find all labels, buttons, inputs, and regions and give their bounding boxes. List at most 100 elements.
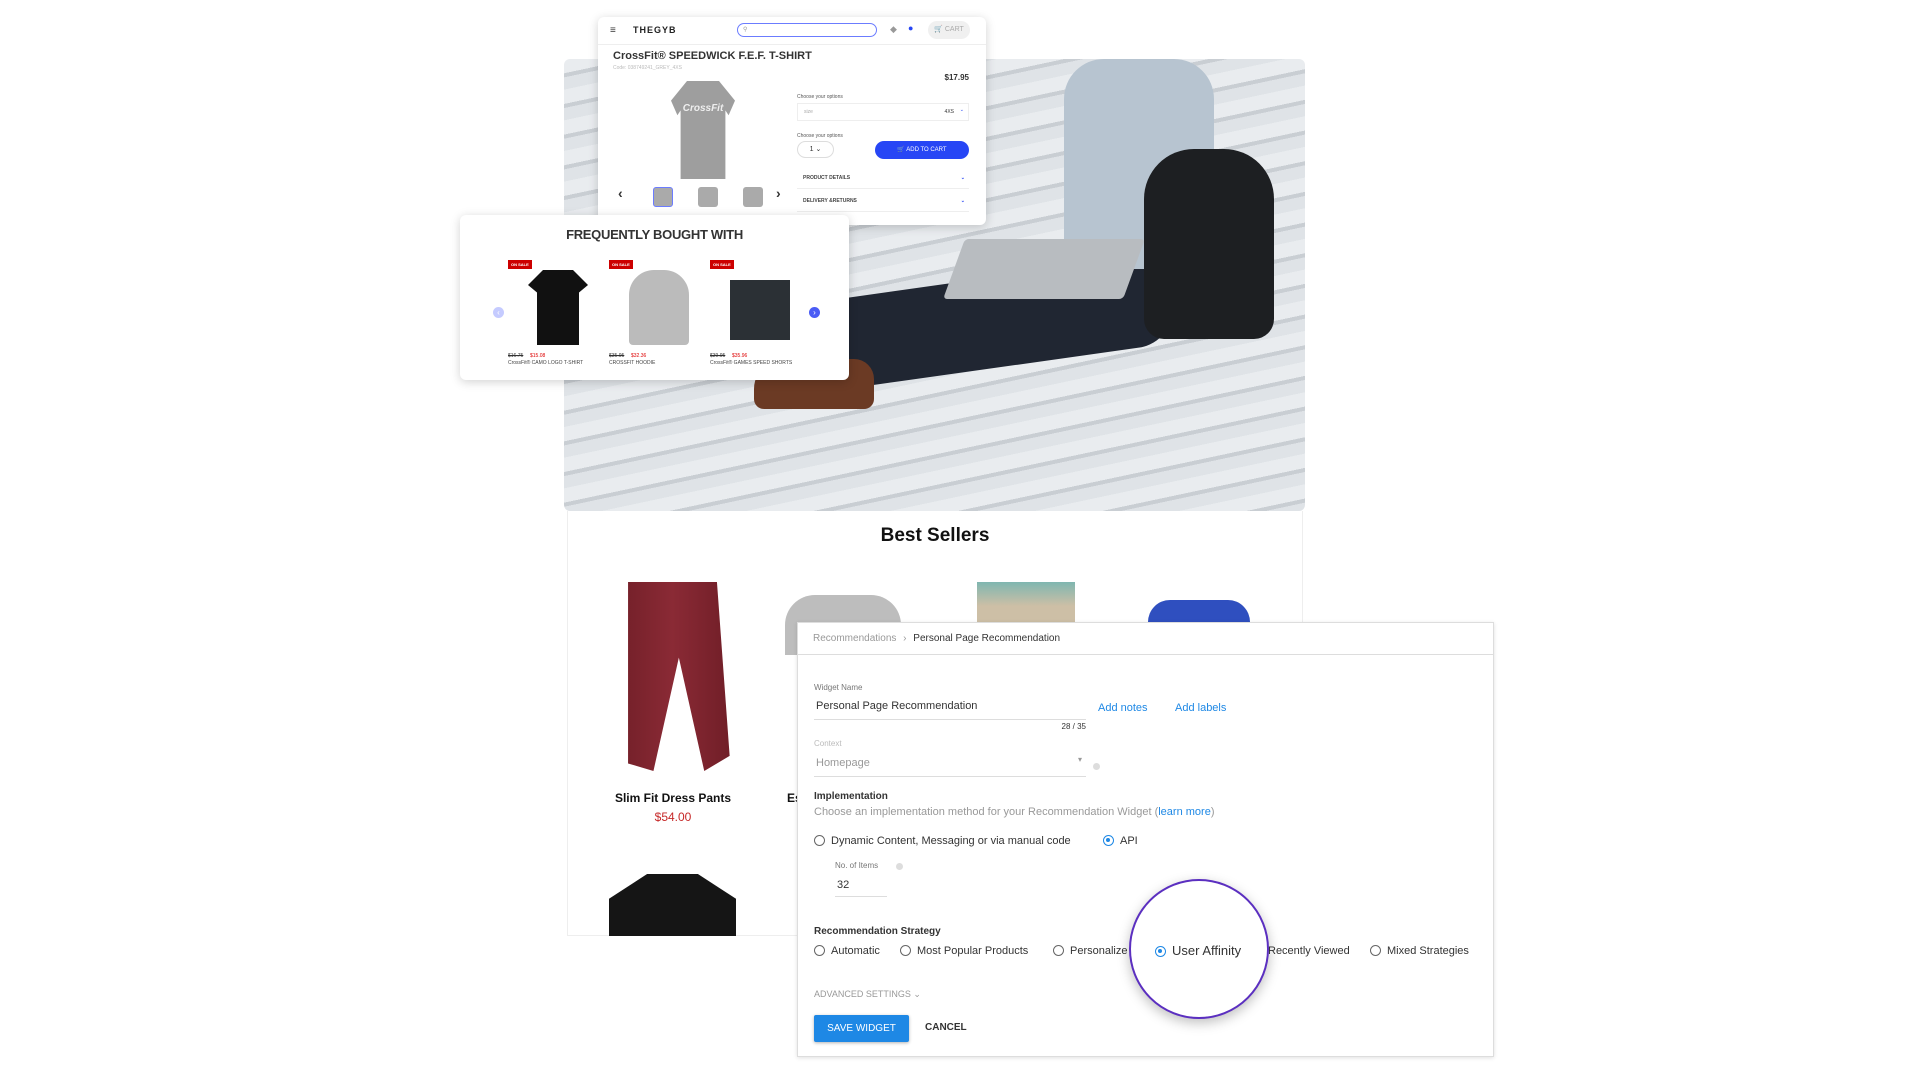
- context-select[interactable]: Homepage ▾: [814, 755, 1086, 777]
- radio-icon: [814, 945, 825, 956]
- items-label: No. of Items: [835, 861, 879, 870]
- thumbnail[interactable]: [698, 187, 718, 207]
- radio-recently-viewed[interactable]: Recently Viewed: [1268, 945, 1350, 957]
- chevron-down-icon: ⌄: [959, 107, 964, 113]
- thumbnail[interactable]: [653, 187, 673, 207]
- size-value: 4XS: [944, 109, 954, 115]
- quantity-select[interactable]: 1 ⌄: [797, 141, 834, 158]
- item-image: [528, 270, 588, 345]
- thumbnail[interactable]: [743, 187, 763, 207]
- option-label: Personalize: [1070, 945, 1128, 957]
- quantity-value: 1: [809, 146, 814, 153]
- items-input[interactable]: 32: [835, 877, 887, 897]
- shop-logo[interactable]: THEGYB: [633, 25, 677, 35]
- item-name: CrossFit® CAMO LOGO T-SHIRT: [508, 360, 584, 366]
- breadcrumb: Recommendations › Personal Page Recommen…: [798, 623, 1493, 655]
- chevron-right-icon[interactable]: ›: [776, 185, 781, 201]
- option-label: Dynamic Content, Messaging or via manual…: [831, 835, 1071, 847]
- delivery-returns-accordion[interactable]: DELIVERY &RETURNS ⌄: [797, 190, 969, 212]
- option-label: Automatic: [831, 945, 880, 957]
- radio-mixed-strategies[interactable]: Mixed Strategies: [1370, 945, 1469, 957]
- option-label: Most Popular Products: [917, 945, 1029, 957]
- advanced-settings-toggle[interactable]: ADVANCED SETTINGS ⌄: [814, 989, 921, 1000]
- sale-badge: ON SALE: [710, 260, 734, 269]
- breadcrumb-current: Personal Page Recommendation: [913, 633, 1061, 644]
- breadcrumb-recommendations[interactable]: Recommendations: [813, 633, 896, 644]
- radio-most-popular[interactable]: Most Popular Products: [900, 945, 1028, 957]
- product-image-sweater[interactable]: [1148, 600, 1250, 622]
- radio-icon: [1370, 945, 1381, 956]
- context-label: Context: [814, 739, 842, 748]
- cancel-button[interactable]: CANCEL: [925, 1022, 967, 1033]
- radio-dynamic-content[interactable]: Dynamic Content, Messaging or via manual…: [814, 835, 1071, 847]
- widget-name-input[interactable]: Personal Page Recommendation: [814, 698, 1086, 720]
- cart-label: CART: [944, 26, 964, 33]
- recommended-item[interactable]: ON SALE $35.95 $32.36 CROSSFIT HOODIE: [609, 260, 709, 380]
- radio-user-affinity[interactable]: User Affinity: [1155, 943, 1241, 958]
- tag-icon[interactable]: ◆: [890, 24, 897, 35]
- best-sellers-title: Best Sellers: [880, 525, 990, 546]
- carousel-next-button[interactable]: ›: [809, 307, 820, 318]
- old-price: $35.95: [609, 353, 625, 359]
- chevron-right-icon: ›: [903, 633, 907, 644]
- add-to-cart-label: ADD TO CART: [906, 147, 947, 153]
- product-page-card: ≡ THEGYB ⚲ ◆ ● 🛒 CART CrossFit® SPEEDWIC…: [598, 17, 986, 225]
- recommended-item[interactable]: ON SALE $39.95 $35.96 CrossFit® GAMES SP…: [710, 260, 810, 380]
- radio-automatic[interactable]: Automatic: [814, 945, 880, 957]
- product-image: CrossFit: [671, 81, 735, 179]
- add-labels-link[interactable]: Add labels: [1175, 702, 1226, 714]
- highlight-magnifier: User Affinity: [1129, 879, 1269, 1019]
- chevron-left-icon[interactable]: ‹: [618, 185, 623, 201]
- product-price: $54.00: [654, 810, 692, 824]
- search-input[interactable]: ⚲: [737, 23, 877, 37]
- accordion-label: PRODUCT DETAILS: [803, 175, 851, 181]
- context-value: Homepage: [816, 757, 870, 769]
- strategy-title: Recommendation Strategy: [814, 926, 941, 937]
- recommended-item[interactable]: ON SALE $16.75 $15.08 CrossFit® CAMO LOG…: [508, 260, 608, 380]
- photo-backpack: [1144, 149, 1274, 339]
- product-image-chinos[interactable]: [977, 582, 1075, 622]
- help-icon[interactable]: [1093, 763, 1100, 770]
- product-name[interactable]: Slim Fit Dress Pants: [588, 791, 758, 805]
- learn-more-link[interactable]: learn more: [1158, 806, 1211, 818]
- photo-laptop: [943, 239, 1145, 299]
- radio-api[interactable]: API: [1103, 835, 1138, 847]
- caret-down-icon: ▾: [1077, 755, 1082, 764]
- sale-price: $15.08: [530, 353, 546, 359]
- product-image-polo[interactable]: [609, 874, 736, 936]
- item-name: CrossFit® GAMES SPEED SHORTS: [710, 360, 793, 366]
- old-price: $39.95: [710, 353, 726, 359]
- implementation-desc: Choose an implementation method for your…: [814, 806, 1159, 818]
- radio-icon: [1053, 945, 1064, 956]
- chevron-down-icon: ⌄: [960, 175, 965, 181]
- add-to-cart-button[interactable]: 🛒 ADD TO CART: [875, 141, 969, 159]
- shop-navbar: ≡ THEGYB ⚲ ◆ ● 🛒 CART: [598, 17, 986, 45]
- sale-price: $32.36: [631, 353, 647, 359]
- save-widget-button[interactable]: SAVE WIDGET: [814, 1015, 909, 1042]
- menu-icon[interactable]: ≡: [610, 25, 616, 36]
- chevron-down-icon: ⌄: [913, 989, 921, 999]
- frequently-bought-card: FREQUENTLY BOUGHT WITH ‹ › ON SALE $16.7…: [460, 215, 849, 380]
- size-select[interactable]: size 4XS ⌄: [797, 103, 969, 121]
- add-notes-link[interactable]: Add notes: [1098, 702, 1148, 714]
- item-name: CROSSFIT HOODIE: [609, 360, 656, 366]
- radio-selected-icon: [1155, 946, 1166, 957]
- paren: ): [1210, 806, 1215, 818]
- option-label: API: [1120, 835, 1138, 847]
- carousel-prev-button[interactable]: ‹: [493, 307, 504, 318]
- widget-name-label: Widget Name: [814, 683, 863, 692]
- option-label: Recently Viewed: [1268, 945, 1350, 957]
- chevron-down-icon: ⌄: [960, 198, 965, 204]
- user-icon[interactable]: ●: [908, 23, 913, 33]
- product-details-accordion[interactable]: PRODUCT DETAILS ⌄: [797, 167, 969, 189]
- help-icon[interactable]: [896, 863, 903, 870]
- options-label: Choose your options: [797, 94, 843, 100]
- radio-personalized[interactable]: Personalize: [1053, 945, 1127, 957]
- radio-icon: [900, 945, 911, 956]
- options-label: Choose your options: [797, 133, 843, 139]
- radio-icon: [814, 835, 825, 846]
- cart-button[interactable]: 🛒 CART: [928, 21, 970, 39]
- product-image-pants[interactable]: [628, 582, 730, 771]
- product-code: Code: 038749241_GREY_4XS: [613, 65, 682, 71]
- sale-badge: ON SALE: [508, 260, 532, 269]
